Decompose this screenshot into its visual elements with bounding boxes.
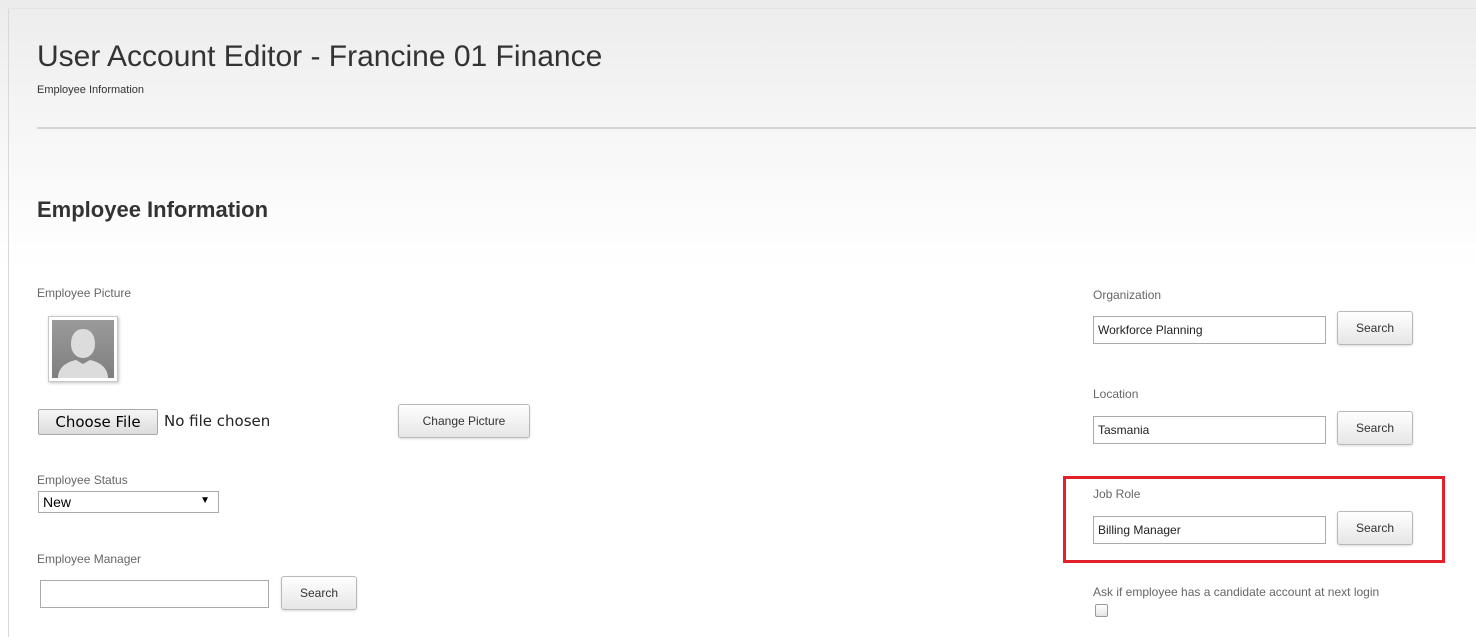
organization-label: Organization: [1093, 288, 1162, 302]
page-frame-left: [8, 8, 9, 637]
employee-picture-label: Employee Picture: [37, 286, 132, 300]
location-label: Location: [1093, 387, 1139, 401]
file-status-text: No file chosen: [164, 412, 271, 430]
organization-input[interactable]: [1093, 316, 1326, 344]
employee-status-value: New: [43, 494, 72, 510]
header-divider: [37, 127, 1476, 129]
candidate-account-label: Ask if employee has a candidate account …: [1093, 585, 1380, 599]
person-silhouette-icon: [52, 320, 114, 378]
page-frame-top: [8, 8, 1476, 9]
job-role-highlight: [1063, 476, 1445, 563]
employee-manager-label: Employee Manager: [37, 552, 142, 566]
employee-status-select[interactable]: New ▼: [38, 491, 219, 513]
caret-down-icon: ▼: [200, 495, 210, 506]
employee-picture: [48, 316, 118, 382]
organization-search-button[interactable]: Search: [1337, 311, 1413, 345]
employee-manager-input[interactable]: [40, 580, 269, 608]
choose-file-button[interactable]: Choose File: [38, 409, 158, 435]
section-title: Employee Information: [37, 197, 269, 222]
candidate-account-checkbox[interactable]: [1095, 604, 1108, 617]
page-title: User Account Editor - Francine 01 Financ…: [37, 40, 603, 73]
employee-status-label: Employee Status: [37, 473, 128, 487]
change-picture-button[interactable]: Change Picture: [398, 404, 530, 438]
employee-manager-search-button[interactable]: Search: [281, 576, 357, 610]
location-search-button[interactable]: Search: [1337, 411, 1413, 445]
page-subtitle: Employee Information: [37, 84, 144, 96]
location-input[interactable]: [1093, 416, 1326, 444]
